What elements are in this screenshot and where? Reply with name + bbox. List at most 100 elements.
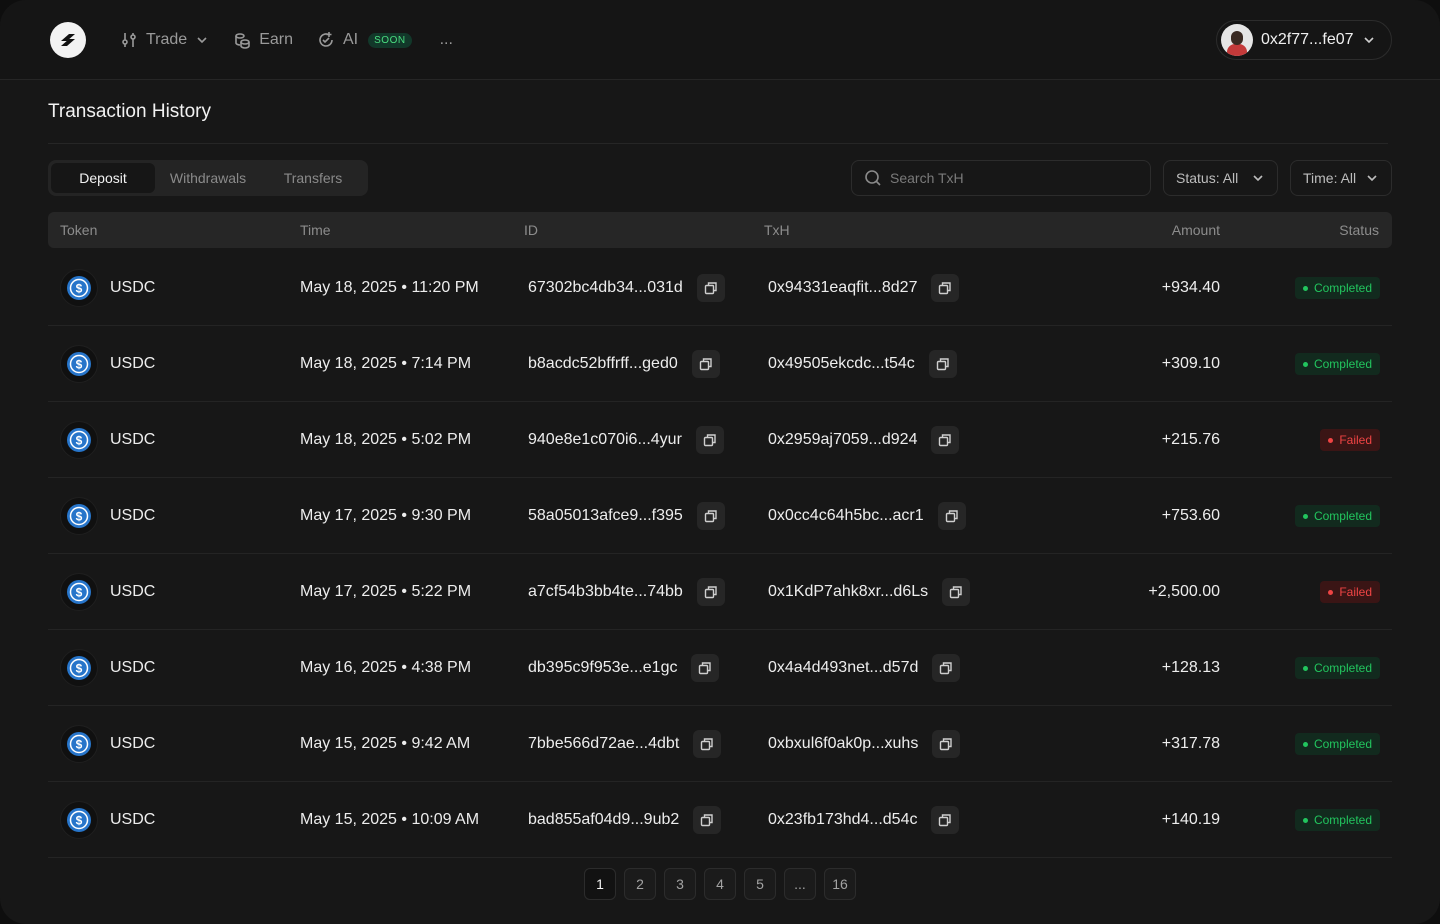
- page-button-4[interactable]: 4: [704, 868, 736, 900]
- time-cell: May 16, 2025 • 4:38 PM: [300, 659, 472, 676]
- nav-ai-label: AI: [343, 31, 359, 48]
- time-cell: May 18, 2025 • 11:20 PM: [300, 279, 479, 296]
- copy-id-button[interactable]: [691, 654, 720, 682]
- copy-id-button[interactable]: [696, 274, 725, 302]
- amount-cell: +317.78: [1161, 735, 1220, 752]
- nav-ai[interactable]: AI SOON: [317, 31, 412, 49]
- app-logo[interactable]: [50, 22, 86, 58]
- page-ellipsis: ...: [784, 868, 816, 900]
- status-cell: Completed: [1294, 706, 1380, 782]
- wallet-button[interactable]: 0x2f77...fe07: [1216, 20, 1392, 60]
- app-window: Trade Earn AI SOON ... 0x2f77...fe07 Tra…: [0, 0, 1440, 924]
- status-cell: Failed: [1320, 554, 1380, 630]
- copy-id-button[interactable]: [696, 502, 725, 530]
- time-filter[interactable]: Time: All: [1290, 160, 1392, 196]
- status-dot: [1302, 665, 1308, 671]
- main-nav: Trade Earn AI SOON ...: [120, 28, 453, 52]
- nav-more-button[interactable]: ...: [440, 31, 453, 49]
- usdc-coin-icon: $: [67, 732, 91, 756]
- copy-txh-button[interactable]: [928, 350, 957, 378]
- nav-earn[interactable]: Earn: [233, 31, 293, 49]
- svg-text:$: $: [76, 586, 83, 600]
- copy-icon: [703, 434, 716, 447]
- transaction-id: 7bbe566d72ae...4dbt: [528, 735, 680, 752]
- svg-text:$: $: [76, 738, 83, 752]
- copy-txh-button[interactable]: [942, 578, 971, 606]
- page-button-5[interactable]: 5: [744, 868, 776, 900]
- token-cell: $ USDC: [60, 782, 155, 858]
- amount-cell: +128.13: [1161, 659, 1220, 676]
- transaction-id: 940e8e1c070i6...4yur: [528, 431, 682, 448]
- token-logo: $: [60, 345, 98, 383]
- copy-id-button[interactable]: [691, 350, 720, 378]
- tab-deposit[interactable]: Deposit: [51, 163, 155, 193]
- status-filter[interactable]: Status: All: [1163, 160, 1278, 196]
- copy-id-button[interactable]: [696, 578, 725, 606]
- token-logo: $: [60, 421, 98, 459]
- nav-trade[interactable]: Trade: [120, 31, 209, 49]
- column-header-txh: TxH: [764, 222, 790, 238]
- transaction-id: b8acdc52bffrff...ged0: [528, 355, 678, 372]
- copy-icon: [949, 586, 962, 599]
- table-row[interactable]: $ USDC May 15, 2025 • 9:42 AM 7bbe566d72ae.…: [48, 706, 1392, 782]
- page-button-3[interactable]: 3: [664, 868, 696, 900]
- table-row[interactable]: $ USDC May 17, 2025 • 9:30 PM 58a05013afce9…: [48, 478, 1392, 554]
- page-button-2[interactable]: 2: [624, 868, 656, 900]
- copy-txh-button[interactable]: [931, 806, 960, 834]
- page-button-1[interactable]: 1: [584, 868, 616, 900]
- status-cell: Failed: [1320, 402, 1380, 478]
- copy-txh-button[interactable]: [931, 274, 960, 302]
- status-label: Completed: [1313, 813, 1372, 827]
- token-symbol: USDC: [110, 279, 156, 296]
- token-symbol: USDC: [110, 735, 156, 752]
- pagination: 1 2 3 4 5... 16: [584, 868, 856, 900]
- token-cell: $ USDC: [60, 402, 155, 478]
- txh-cell: 0x2959aj7059...d924: [768, 402, 960, 478]
- usdc-coin-icon: $: [67, 656, 91, 680]
- tab-transfers[interactable]: Transfers: [261, 163, 365, 193]
- avatar: [1221, 24, 1253, 56]
- status-badge: Completed: [1294, 353, 1380, 375]
- token-symbol: USDC: [110, 583, 156, 600]
- table-row[interactable]: $ USDC May 16, 2025 • 4:38 PM db395c9f953e.…: [48, 630, 1392, 706]
- page-button-16[interactable]: 16: [824, 868, 856, 900]
- token-logo: $: [60, 725, 98, 763]
- table-row[interactable]: $ USDC May 18, 2025 • 11:20 PM 67302bc4db34…: [48, 250, 1392, 326]
- copy-txh-button[interactable]: [931, 426, 960, 454]
- transaction-id: a7cf54b3bb4te...74bb: [528, 583, 683, 600]
- transaction-id: bad855af04d9...9ub2: [528, 811, 680, 828]
- copy-txh-button[interactable]: [932, 654, 961, 682]
- copy-id-button[interactable]: [693, 806, 722, 834]
- token-logo: $: [60, 269, 98, 307]
- amount-cell: +215.76: [1161, 431, 1220, 448]
- transaction-hash: 0x49505ekcdc...t54c: [768, 355, 915, 372]
- token-logo: $: [60, 801, 98, 839]
- transaction-hash: 0x23fb173hd4...d54c: [768, 811, 918, 828]
- transaction-hash: 0x0cc4c64h5bc...acr1: [768, 507, 924, 524]
- token-logo: $: [60, 497, 98, 535]
- table-row[interactable]: $ USDC May 18, 2025 • 5:02 PM 940e8e1c070i6…: [48, 402, 1392, 478]
- copy-icon: [699, 358, 712, 371]
- copy-id-button[interactable]: [695, 426, 724, 454]
- tab-withdrawals[interactable]: Withdrawals: [155, 163, 261, 193]
- usdc-coin-icon: $: [67, 352, 91, 376]
- time-cell: May 18, 2025 • 7:14 PM: [300, 355, 472, 372]
- id-cell: 7bbe566d72ae...4dbt: [528, 706, 722, 782]
- column-header-token: Token: [60, 222, 98, 238]
- copy-txh-button[interactable]: [932, 730, 961, 758]
- usdc-coin-icon: $: [67, 504, 91, 528]
- table-row[interactable]: $ USDC May 15, 2025 • 10:09 AM bad855af04d9…: [48, 782, 1392, 858]
- usdc-coin-icon: $: [67, 808, 91, 832]
- column-header-time: Time: [300, 222, 331, 238]
- table-row[interactable]: $ USDC May 18, 2025 • 7:14 PM b8acdc52bffrf…: [48, 326, 1392, 402]
- txh-cell: 0x49505ekcdc...t54c: [768, 326, 957, 402]
- chevron-down-icon: [1253, 175, 1263, 182]
- copy-icon: [940, 738, 953, 751]
- copy-id-button[interactable]: [693, 730, 722, 758]
- search-icon: [865, 170, 881, 186]
- search-input[interactable]: [890, 170, 1130, 186]
- id-cell: db395c9f953e...e1gc: [528, 630, 720, 706]
- svg-text:$: $: [76, 434, 83, 448]
- copy-txh-button[interactable]: [937, 502, 966, 530]
- table-row[interactable]: $ USDC May 17, 2025 • 5:22 PM a7cf54b3bb4te…: [48, 554, 1392, 630]
